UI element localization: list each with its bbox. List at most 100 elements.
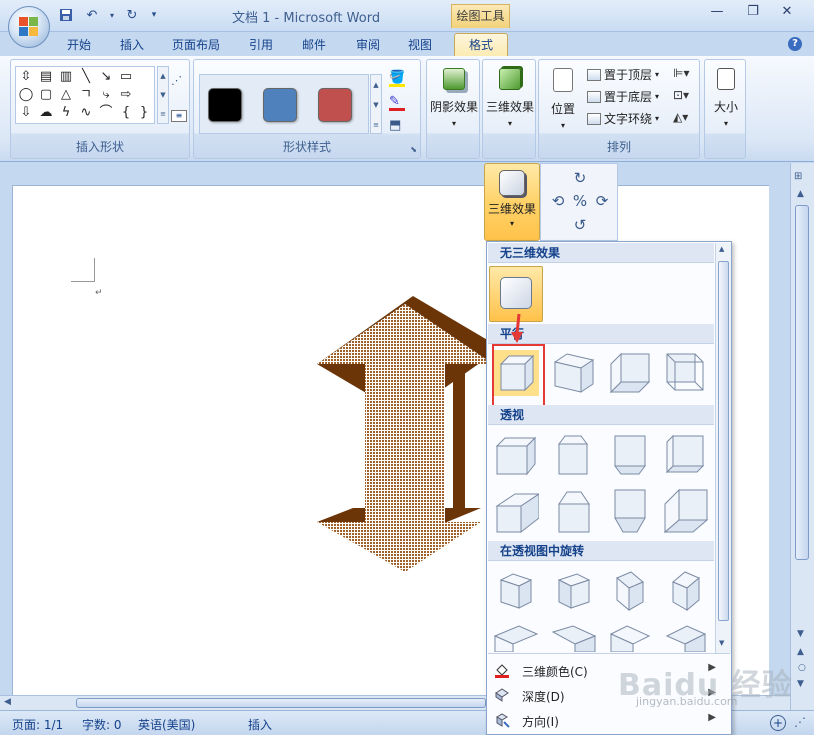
shape-oval-icon[interactable]: ◯ [18, 87, 34, 103]
menu-item-direction[interactable]: 方向(I) ▶ [488, 708, 730, 733]
tab-home[interactable]: 开始 [67, 36, 91, 53]
group-objects-icon[interactable]: ⊡▾ [673, 88, 689, 102]
rotation-item-3[interactable] [607, 568, 653, 614]
status-page[interactable]: 页面: 1/1 [12, 716, 63, 733]
rotation-item-8[interactable] [663, 622, 709, 652]
rotation-item-2[interactable] [551, 568, 597, 614]
send-to-back-button[interactable]: 置于底层 ▾ [587, 88, 659, 105]
shapes-gallery-scroll[interactable]: ▲ ▼ ≡ [157, 66, 169, 124]
perspective-item-7[interactable] [607, 488, 653, 534]
save-icon[interactable] [56, 6, 76, 24]
shape-elbow-arrow-icon[interactable]: ⤷ [98, 87, 114, 103]
perspective-item-1[interactable] [493, 432, 539, 478]
restore-button[interactable]: ❐ [739, 4, 767, 24]
shape-rounded-rect-icon[interactable]: ▢ [38, 87, 54, 103]
perspective-item-6[interactable] [551, 488, 597, 534]
text-wrap-button[interactable]: 文字环绕 ▾ [587, 110, 659, 127]
shape-fill-icon[interactable]: 🪣 [389, 70, 405, 85]
undo-icon[interactable]: ↶ [82, 6, 102, 24]
tilt-up-icon[interactable]: ↻ [571, 169, 589, 187]
shape-textbox-icon[interactable]: ▤ [38, 69, 54, 85]
parallel-isometric-left-item[interactable] [551, 350, 597, 396]
shape-triangle-icon[interactable]: △ [58, 87, 74, 103]
perspective-item-5[interactable] [493, 488, 539, 534]
scroll-up-icon[interactable]: ▲ [797, 189, 804, 199]
align-icon[interactable]: ⊫▾ [673, 66, 689, 80]
shapes-gallery[interactable]: ⇳ ▤ ▥ ╲ ↘ ▭ ◯ ▢ △ ㄱ ⤷ ⇨ ⇩ ☁ ϟ ∿ ⌒ { } [15, 66, 155, 124]
select-browse-object-icon[interactable]: ○ [798, 663, 806, 673]
rotation-item-4[interactable] [663, 568, 709, 614]
status-language[interactable]: 英语(美国) [138, 716, 195, 733]
tab-review[interactable]: 审阅 [356, 36, 380, 53]
shape-freeform-icon[interactable]: ⌒ [98, 105, 114, 121]
rotation-item-7[interactable] [607, 622, 653, 652]
vertical-scrollbar[interactable]: ⊞ ▲ ▼ ▲ ○ ▼ [790, 163, 814, 710]
tilt-left-icon[interactable]: ⟲ [549, 192, 567, 210]
tilt-down-icon[interactable]: ↺ [571, 216, 589, 234]
shape-styles-launcher-icon[interactable]: ⬊ [410, 145, 417, 154]
shape-style-red[interactable] [318, 88, 352, 122]
status-insert-mode[interactable]: 插入 [248, 716, 272, 733]
shape-style-black[interactable] [208, 88, 242, 122]
perspective-item-3[interactable] [607, 432, 653, 478]
resize-grip-icon[interactable]: ⋰ [794, 715, 808, 731]
undo-dropdown-icon[interactable]: ▾ [108, 6, 116, 24]
zoom-in-icon[interactable]: + [770, 715, 786, 731]
shape-lightning-icon[interactable]: ϟ [58, 105, 74, 121]
gallery-scroll-down-icon[interactable]: ▼ [719, 639, 724, 647]
tab-page-layout[interactable]: 页面布局 [172, 36, 220, 53]
close-button[interactable]: ✕ [773, 4, 801, 24]
previous-page-icon[interactable]: ▲ [797, 647, 804, 657]
office-button[interactable] [8, 6, 50, 48]
customize-qat-icon[interactable]: ▾ [148, 6, 160, 24]
draw-textbox-icon[interactable]: ≡ [171, 110, 187, 122]
status-words[interactable]: 字数: 0 [82, 716, 122, 733]
shape-curve-icon[interactable]: ∿ [78, 105, 94, 121]
position-button[interactable]: 位置 ▾ [543, 64, 583, 130]
gallery-scroll-up-icon[interactable]: ▲ [719, 245, 724, 253]
horizontal-scroll-thumb[interactable] [76, 698, 486, 708]
gallery-scrollbar[interactable]: ▲ ▼ [715, 243, 731, 653]
tab-format[interactable]: 格式 [454, 33, 508, 57]
shape-cloud-icon[interactable]: ☁ [38, 105, 54, 121]
shape-updown-arrow-icon[interactable]: ⇳ [18, 69, 34, 85]
scroll-left-icon[interactable]: ◀ [4, 697, 11, 707]
next-page-icon[interactable]: ▼ [797, 679, 804, 689]
3d-effects-button[interactable]: 三维效果 ▾ [484, 163, 540, 241]
shape-down-arrow-icon[interactable]: ⇩ [18, 105, 34, 121]
rotate-icon[interactable]: ◭▾ [673, 110, 688, 124]
shape-outline-icon[interactable]: ✎ [389, 94, 400, 109]
ruler-toggle-icon[interactable]: ⊞ [794, 171, 802, 182]
3d-updown-arrow-shape[interactable] [313, 296, 513, 576]
rotation-item-6[interactable] [551, 622, 597, 652]
shape-rectangle-icon[interactable]: ▭ [118, 69, 134, 85]
perspective-item-4[interactable] [663, 432, 709, 478]
help-icon[interactable]: ? [788, 37, 802, 51]
perspective-item-2[interactable] [551, 432, 597, 478]
parallel-oblique-bottom-left-item[interactable] [607, 350, 653, 396]
shape-styles-scroll[interactable]: ▲ ▼ ≡ [370, 74, 382, 134]
shape-style-blue[interactable] [263, 88, 297, 122]
shape-elbow-connector-icon[interactable]: ㄱ [78, 87, 94, 103]
minimize-button[interactable]: — [703, 4, 731, 24]
scroll-down-icon[interactable]: ▼ [797, 629, 804, 639]
3d-effects-ribbon-button[interactable]: 三维效果 ▾ [484, 64, 536, 128]
change-shape-icon[interactable]: ⬒ [389, 118, 401, 133]
shape-brace-icon[interactable]: { [118, 105, 134, 121]
tab-insert[interactable]: 插入 [120, 36, 144, 53]
parallel-oblique-bottom-right-item[interactable] [663, 350, 709, 396]
tab-mailings[interactable]: 邮件 [302, 36, 326, 53]
redo-icon[interactable]: ↻ [122, 6, 142, 24]
size-button[interactable]: 大小 ▾ [706, 64, 746, 128]
rotation-item-1[interactable] [493, 568, 539, 614]
perspective-item-8[interactable] [663, 488, 709, 534]
bring-to-front-button[interactable]: 置于顶层 ▾ [587, 66, 659, 83]
shape-line-icon[interactable]: ╲ [78, 69, 94, 85]
shape-arrow-line-icon[interactable]: ↘ [98, 69, 114, 85]
shadow-effects-button[interactable]: 阴影效果 ▾ [428, 64, 480, 128]
tab-view[interactable]: 视图 [408, 36, 432, 53]
shape-vertical-textbox-icon[interactable]: ▥ [58, 69, 74, 85]
tab-references[interactable]: 引用 [249, 36, 273, 53]
shape-bracket-icon[interactable]: } [136, 105, 152, 121]
3d-toggle-icon[interactable]: % [571, 192, 589, 210]
